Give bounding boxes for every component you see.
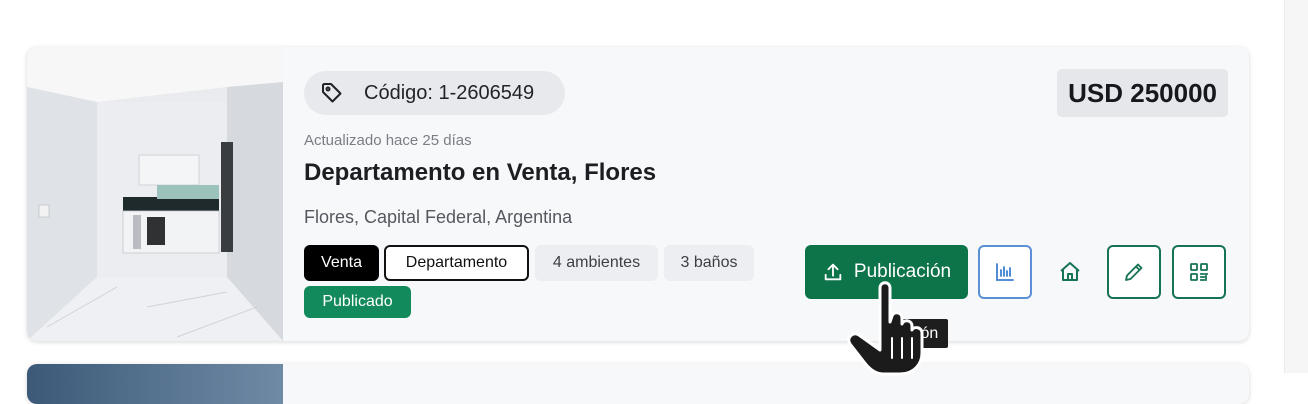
qr-code-button[interactable] <box>1172 245 1226 299</box>
property-photo-next[interactable] <box>27 364 283 404</box>
operation-tag: Venta <box>304 245 379 281</box>
property-photo[interactable] <box>27 47 283 341</box>
tag-icon <box>322 83 342 103</box>
property-type-tag: Departamento <box>384 245 529 281</box>
stats-icon <box>996 263 1014 281</box>
qr-icon <box>1190 263 1208 281</box>
home-icon <box>1060 262 1080 281</box>
updated-timestamp: Actualizado hace 25 días <box>304 132 472 149</box>
property-card-next[interactable] <box>27 364 1249 404</box>
edit-button[interactable] <box>1107 245 1161 299</box>
status-badge: Publicado <box>304 286 411 318</box>
hand-cursor-icon <box>847 281 924 376</box>
rooms-tag: 4 ambientes <box>535 245 658 281</box>
bathrooms-tag: 3 baños <box>664 245 754 281</box>
property-location: Flores, Capital Federal, Argentina <box>304 207 573 227</box>
property-title[interactable]: Departamento en Venta, Flores <box>304 159 656 187</box>
property-price: USD 250000 <box>1057 69 1228 117</box>
property-code-pill: Código: 1-2606549 <box>304 71 565 115</box>
page-scrollbar[interactable] <box>1284 0 1308 373</box>
property-code: Código: 1-2606549 <box>364 81 535 104</box>
edit-icon <box>1125 263 1143 281</box>
property-card[interactable]: Código: 1-2606549 USD 250000 Actualizado… <box>27 47 1249 341</box>
statistics-button[interactable] <box>978 245 1032 299</box>
view-property-button[interactable] <box>1043 245 1097 299</box>
